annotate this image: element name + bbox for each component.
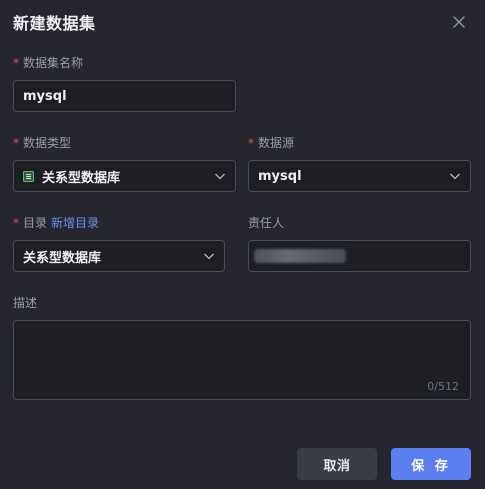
character-counter: 0/512 — [427, 380, 459, 393]
required-mark: * — [13, 216, 19, 230]
owner-label: 责任人 — [248, 216, 285, 230]
required-mark: * — [248, 136, 254, 150]
data-source-select[interactable]: mysql — [248, 160, 471, 192]
database-table-icon — [23, 170, 34, 182]
description-textarea[interactable]: 0/512 — [13, 320, 471, 400]
data-type-label-text: 数据类型 — [23, 136, 72, 150]
catalog-value: 关系型数据库 — [23, 250, 102, 266]
dataset-name-label-text: 数据集名称 — [23, 56, 84, 70]
catalog-select[interactable]: 关系型数据库 — [13, 240, 225, 272]
catalog-label-text: 目录 — [23, 216, 48, 230]
data-source-label-text: 数据源 — [258, 136, 295, 150]
cancel-button[interactable]: 取消 — [297, 448, 377, 480]
chevron-down-icon — [215, 173, 225, 180]
required-mark: * — [13, 136, 19, 150]
data-source-value: mysql — [258, 168, 302, 184]
catalog-label: * 目录 新增目录 — [13, 214, 99, 231]
required-mark: * — [13, 56, 19, 70]
dataset-name-value: mysql — [23, 88, 67, 104]
data-type-value: 关系型数据库 — [42, 170, 121, 186]
data-source-label: * 数据源 — [248, 134, 294, 151]
dataset-name-input[interactable]: mysql — [13, 80, 236, 112]
description-label: 描述 — [13, 296, 38, 310]
close-icon[interactable] — [449, 12, 469, 32]
new-dataset-dialog: 新建数据集 * 数据集名称 mysql * 数据类型 关系型数据库 * 数据源 mys… — [0, 0, 485, 489]
add-catalog-link[interactable]: 新增目录 — [51, 216, 99, 230]
data-type-select[interactable]: 关系型数据库 — [13, 160, 236, 192]
chevron-down-icon — [204, 253, 214, 260]
dialog-title: 新建数据集 — [13, 14, 96, 33]
save-button[interactable]: 保 存 — [391, 448, 471, 480]
data-type-label: * 数据类型 — [13, 134, 71, 151]
chevron-down-icon — [450, 173, 460, 180]
dataset-name-label: * 数据集名称 — [13, 54, 83, 71]
owner-redacted-value — [254, 249, 346, 263]
owner-input[interactable] — [248, 240, 471, 272]
